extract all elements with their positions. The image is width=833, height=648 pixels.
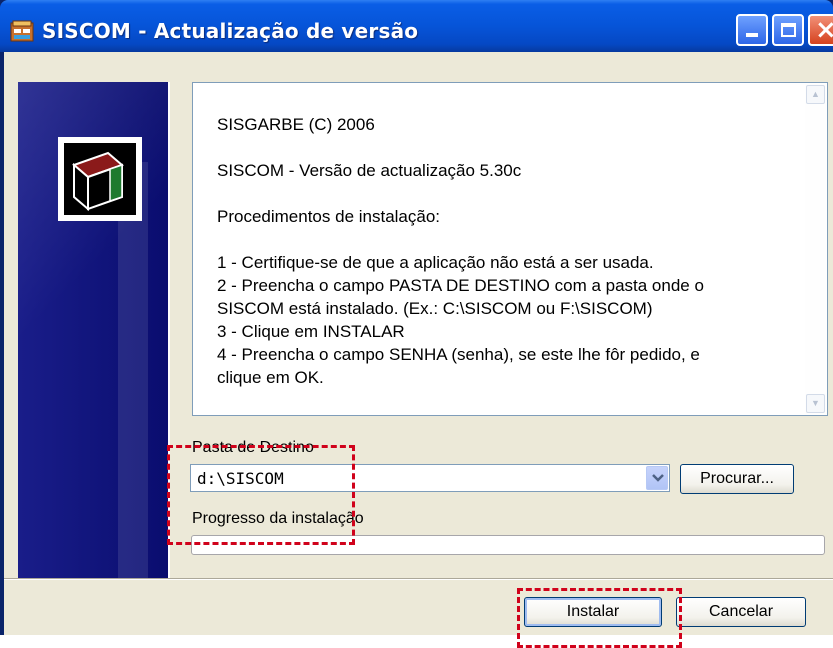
instructions-line: clique em OK. xyxy=(217,368,324,387)
cancel-button[interactable]: Cancelar xyxy=(676,597,806,627)
install-highlight-annotation xyxy=(517,588,682,648)
instructions-line: 4 - Preencha o campo SENHA (senha), se e… xyxy=(217,345,700,364)
maximize-button[interactable] xyxy=(772,14,804,46)
instructions-line: SISCOM está instalado. (Ex.: C:\SISCOM o… xyxy=(217,299,653,318)
installer-icon xyxy=(10,20,34,42)
minimize-icon xyxy=(746,33,758,37)
scroll-down-button[interactable]: ▼ xyxy=(806,394,825,413)
side-banner xyxy=(18,82,170,580)
footer-separator xyxy=(4,578,833,580)
instructions-line: 3 - Clique em INSTALAR xyxy=(217,322,405,341)
minimize-button[interactable] xyxy=(736,14,768,46)
box-logo xyxy=(58,137,142,221)
scroll-up-button[interactable]: ▲ xyxy=(806,85,825,104)
dialog-body: SISGARBE (C) 2006 SISCOM - Versão de actu… xyxy=(4,52,833,648)
instructions-line: Procedimentos de instalação: xyxy=(217,207,441,226)
box-logo-icon xyxy=(72,151,124,212)
instructions-scrollbar[interactable]: ▲ ▼ xyxy=(805,84,826,414)
instructions-text: SISGARBE (C) 2006 SISCOM - Versão de actu… xyxy=(217,113,797,389)
close-icon: × xyxy=(815,15,833,45)
chevron-down-icon xyxy=(652,474,664,482)
installer-window: SISCOM - Actualização de versão × SISGAR… xyxy=(0,0,833,648)
instructions-line: 1 - Certifique-se de que a aplicação não… xyxy=(217,253,654,272)
maximize-icon xyxy=(781,23,796,37)
destination-highlight-annotation xyxy=(167,445,355,545)
window-title: SISCOM - Actualização de versão xyxy=(42,19,419,43)
chevron-up-icon: ▲ xyxy=(811,89,820,99)
browse-button[interactable]: Procurar... xyxy=(680,464,794,494)
instructions-blank-line xyxy=(217,136,797,159)
instructions-line: 2 - Preencha o campo PASTA DE DESTINO co… xyxy=(217,276,704,295)
instructions-blank-line xyxy=(217,228,797,251)
chevron-down-icon: ▼ xyxy=(811,398,820,408)
title-bar[interactable]: SISCOM - Actualização de versão × xyxy=(0,0,833,52)
instructions-blank-line xyxy=(217,182,797,205)
instructions-line: SISGARBE (C) 2006 xyxy=(217,115,375,134)
destination-dropdown-button[interactable] xyxy=(646,466,668,490)
close-button[interactable]: × xyxy=(808,14,833,46)
instructions-textbox[interactable]: SISGARBE (C) 2006 SISCOM - Versão de actu… xyxy=(192,82,828,416)
instructions-line: SISCOM - Versão de actualização 5.30c xyxy=(217,161,522,180)
